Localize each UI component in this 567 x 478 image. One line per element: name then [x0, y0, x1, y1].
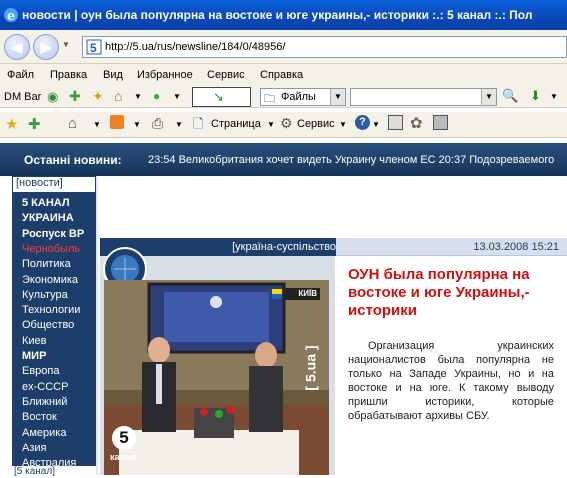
ticker-text[interactable]: 23:54 Великобритания хочет видеть Украин… [148, 154, 554, 166]
address-url: http://5.ua/rus/newsline/184/0/48956/ [105, 41, 286, 53]
kiev-badge: КИЇВ [298, 289, 317, 298]
menu-help[interactable]: Справка [260, 69, 303, 81]
menu-edit[interactable]: Правка [50, 69, 87, 81]
divider [96, 176, 98, 475]
sidebar-item[interactable]: УКРАИНА [22, 212, 74, 224]
sidebar-item[interactable]: Ближний [22, 396, 67, 408]
search-icon[interactable]: 🔍 [502, 88, 518, 104]
page-menu-dropdown-icon[interactable]: ▼ [267, 120, 275, 129]
favorites-star-icon[interactable]: ★ [5, 115, 18, 133]
video-site-watermark: [ 5.ua ] [302, 345, 319, 391]
sidebar-item[interactable]: Роспуск ВР [22, 228, 84, 240]
channel-logo-label: канал [110, 452, 136, 462]
article-category[interactable]: [україна-суспільство] [232, 241, 339, 253]
back-button[interactable]: ◀ [4, 34, 30, 60]
history-dropdown-icon[interactable]: ▼ [62, 40, 70, 49]
help-icon[interactable]: ? [355, 115, 370, 130]
download-icon[interactable]: ⬇ [530, 88, 541, 104]
gear-icon[interactable]: ⚙ [280, 115, 293, 132]
cursor-tool-button[interactable]: ↘ [192, 87, 251, 107]
sidebar-tab-channel[interactable]: [5 канал] [12, 466, 96, 478]
print-icon[interactable]: ⎙ [152, 115, 163, 132]
sidebar-item[interactable]: МИР [22, 350, 46, 362]
files-combo[interactable]: 🗀 Файлы ▼ [260, 88, 346, 106]
command-bar: ★ ✚ ⌂ ▼ ▼ ⎙ ▼ 🗋 Страница ▼ ⚙ Сервис ▼ ? … [0, 112, 567, 138]
sidebar: [новости] 5 КАНАЛ УКРАИНА Роспуск ВР Черноб… [12, 176, 96, 478]
article-body: Организация украинских националистов был… [348, 340, 554, 422]
menu-bar: Файл Правка Вид Избранное Сервис Справка [0, 64, 567, 86]
sidebar-item[interactable]: 5 КАНАЛ [22, 197, 70, 209]
dm-bar-label: DM Bar [4, 91, 42, 103]
home-page-icon[interactable]: ⌂ [68, 115, 77, 132]
folder-icon: 🗀 [264, 93, 275, 105]
globe-icon[interactable]: ◉ [47, 89, 58, 105]
dm-toolbar: DM Bar ◉ ✚ ✦ ⌂ ▼ ● ▼ ↘ 🗀 Файлы ▼ ▼ 🔍 ⬇ ▼ [0, 86, 567, 108]
sidebar-item[interactable]: Экономика [22, 274, 78, 286]
sidebar-item[interactable]: Европа [22, 365, 60, 377]
tools-menu-label[interactable]: Сервис [297, 118, 335, 130]
sidebar-item[interactable]: Культура [22, 289, 68, 301]
sidebar-item[interactable]: Чернобыль [22, 243, 80, 255]
rss-dropdown-icon[interactable]: ▼ [133, 120, 141, 129]
settings-icon[interactable]: ✿ [410, 114, 423, 132]
arrow-cursor-icon: ↘ [213, 89, 224, 104]
ticker-label: Останні новини: [24, 153, 122, 167]
window-title: новости | оун была популярна на востоке … [22, 8, 533, 22]
status-dot-icon[interactable]: ● [153, 89, 160, 103]
menu-tools[interactable]: Сервис [207, 69, 245, 81]
add-icon[interactable]: ✚ [69, 88, 81, 105]
star-add-icon[interactable]: ✦ [92, 88, 104, 105]
svg-text:5: 5 [90, 41, 97, 55]
news-video[interactable]: КИЇВ [ 5.ua ] 5 канал [104, 280, 329, 475]
search-dropdown-icon[interactable]: ▼ [481, 89, 496, 105]
address-field[interactable]: 5 http://5.ua/rus/newsline/184/0/48956/ [82, 36, 567, 58]
download-dropdown-icon[interactable]: ▼ [550, 92, 558, 101]
toolbar-search-input[interactable]: ▼ [350, 88, 497, 106]
help-dropdown-icon[interactable]: ▼ [372, 120, 380, 129]
sidebar-item[interactable]: Америка [22, 427, 66, 439]
print-dropdown-icon[interactable]: ▼ [175, 120, 183, 129]
tools-menu-dropdown-icon[interactable]: ▼ [339, 120, 347, 129]
site-favicon-icon: 5 [86, 39, 102, 55]
sidebar-item[interactable]: Азия [22, 442, 46, 454]
article-headline: ОУН была популярна на востоке и юге Укра… [348, 266, 530, 319]
sidebar-tab-news[interactable]: [новости] [12, 176, 96, 193]
article-date-bar: 13.03.2008 15:21 [336, 238, 567, 256]
channel-logo-icon: 5 [112, 426, 136, 450]
sidebar-item[interactable]: Восток [22, 411, 57, 423]
window-titlebar: e новости | оун была популярна на восток… [0, 0, 567, 30]
article-date: 13.03.2008 15:21 [473, 241, 559, 253]
home-icon[interactable]: ⌂ [114, 88, 122, 104]
ie-logo-icon: e [4, 8, 18, 23]
home-page-dropdown-icon[interactable]: ▼ [93, 120, 101, 129]
page-menu-label[interactable]: Страница [211, 118, 261, 130]
messenger-icon[interactable] [433, 115, 448, 130]
news-ticker-bar: Останні новини: 23:54 Великобритания хоч… [0, 143, 567, 176]
rss-feed-icon[interactable] [110, 115, 124, 129]
sidebar-item[interactable]: Технологии [22, 304, 80, 316]
sidebar-item[interactable]: Общество [22, 319, 74, 331]
menu-favorites[interactable]: Избранное [137, 69, 193, 81]
sidebar-item[interactable]: Киев [22, 335, 47, 347]
forward-button[interactable]: ▶ [33, 34, 59, 60]
menu-file[interactable]: Файл [7, 69, 34, 81]
research-icon[interactable] [388, 115, 403, 130]
dot-dropdown-icon[interactable]: ▼ [173, 92, 181, 101]
page-icon[interactable]: 🗋 [193, 115, 203, 137]
add-favorite-icon[interactable]: ✚ [28, 115, 41, 133]
files-dropdown-icon[interactable]: ▼ [330, 89, 345, 105]
home-dropdown-icon[interactable]: ▼ [134, 92, 142, 101]
menu-view[interactable]: Вид [103, 69, 123, 81]
sidebar-item[interactable]: ex-СССР [22, 381, 68, 393]
sidebar-item[interactable]: Политика [22, 258, 71, 270]
svg-text:e: e [7, 9, 15, 23]
files-combo-label: Файлы [281, 91, 316, 103]
